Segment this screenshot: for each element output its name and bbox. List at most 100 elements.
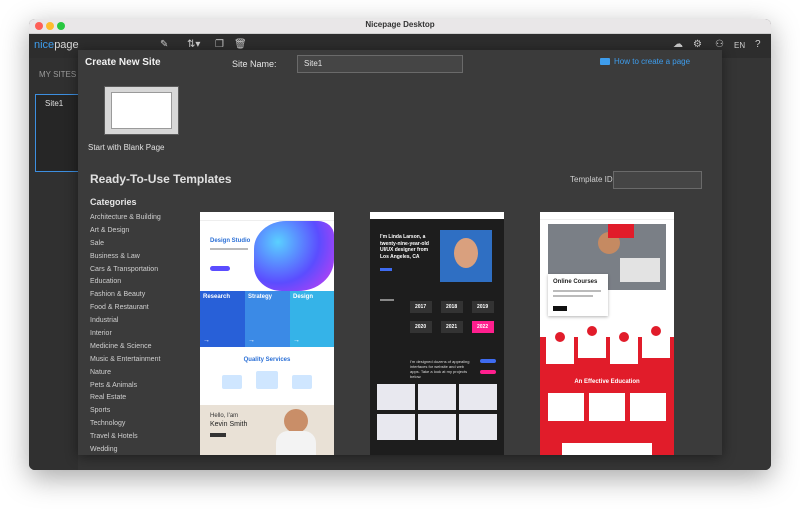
video-camera-icon (600, 58, 610, 66)
hero-text (210, 248, 248, 250)
course-title: Online Courses (553, 279, 598, 285)
profile-photo (284, 409, 308, 433)
cloud-upload-icon[interactable]: ☁ (673, 39, 683, 50)
site-name-label: Site Name: (232, 59, 277, 69)
category-item[interactable]: Art & Design (90, 225, 161, 238)
feature-card (546, 328, 574, 364)
how-to-link[interactable]: How to create a page (600, 57, 690, 66)
design-title: Design (293, 294, 314, 300)
site-card[interactable]: Site1 (35, 94, 79, 172)
project-tile (459, 384, 497, 410)
template-id-input[interactable] (613, 171, 702, 189)
template-card-portfolio[interactable]: I'm Linda Larson, a twenty-nine-year-old… (370, 212, 504, 455)
my-sites-heading: MY SITES (39, 70, 77, 79)
education-title: An Effective Education (574, 379, 640, 385)
feature-card (610, 328, 638, 364)
face-shape (454, 238, 478, 268)
hero-title: I'm Linda Larson, a twenty-nine-year-old… (380, 234, 429, 260)
arrow-right-icon: → (248, 337, 255, 344)
templates-heading: Ready-To-Use Templates (90, 172, 232, 186)
categories-heading: Categories (90, 197, 137, 207)
category-item[interactable]: Industrial (90, 315, 161, 328)
profile-button (210, 433, 226, 437)
category-item[interactable]: Education (90, 276, 161, 289)
course-card: Online Courses (548, 274, 608, 316)
site-name-input[interactable]: Site1 (297, 55, 463, 73)
category-item[interactable]: Sale (90, 238, 161, 251)
sites-sidebar: MY SITES Site1 (29, 58, 79, 470)
hire-button (480, 370, 496, 374)
experience-label (380, 299, 394, 301)
strategy-column: Strategy → (245, 291, 290, 347)
help-icon[interactable]: ? (755, 39, 761, 50)
category-item[interactable]: Architecture & Building (90, 212, 161, 225)
category-item[interactable]: Travel & Hotels (90, 431, 161, 444)
category-item[interactable]: Food & Restaurant (90, 302, 161, 315)
site-card-name: Site1 (45, 99, 64, 108)
settings-icon[interactable]: ⚙ (693, 39, 702, 50)
category-item[interactable]: Nature (90, 367, 161, 380)
info-card (548, 393, 584, 421)
year-tile: 2020 (410, 321, 432, 333)
edit-icon[interactable]: ✎ (160, 39, 168, 50)
app-window: Nicepage Desktop nicepage ✎ ⇅▾ ❐ 🗑 ☁ ⚙ ⚇… (29, 19, 771, 470)
contact-button (480, 359, 496, 363)
template-card-design-studio[interactable]: Design Studio Research → Strategy → Desi… (200, 212, 334, 455)
red-accent-block (608, 224, 634, 238)
category-item[interactable]: Business & Law (90, 251, 161, 264)
feature-icon (651, 326, 661, 336)
template-header (200, 212, 334, 221)
feature-card (642, 322, 670, 358)
info-card (589, 393, 625, 421)
category-item[interactable]: Fashion & Beauty (90, 289, 161, 302)
category-item[interactable]: Music & Entertainment (90, 354, 161, 367)
blank-page-label: Start with Blank Page (88, 143, 165, 152)
profile-name: Kevin Smith (210, 421, 248, 428)
template-card-online-courses[interactable]: Online Courses An Effective Education (540, 212, 674, 455)
footer-panel (562, 443, 652, 455)
hero-button (210, 266, 230, 271)
category-item[interactable]: Wedding (90, 444, 161, 455)
category-item[interactable]: Medicine & Science (90, 341, 161, 354)
profile-shirt (276, 431, 316, 455)
title-bar: Nicepage Desktop (29, 19, 771, 34)
services-illustration (222, 369, 312, 391)
dialog-title: Create New Site (85, 57, 161, 68)
category-item[interactable]: Pets & Animals (90, 380, 161, 393)
services-title: Quality Services (243, 357, 291, 363)
category-item[interactable]: Cars & Transportation (90, 264, 161, 277)
hero-blob-image (254, 221, 334, 291)
arrow-right-icon: → (203, 337, 210, 344)
import-icon[interactable]: ⇅▾ (187, 39, 200, 50)
blank-page-thumbnail (111, 92, 172, 129)
strategy-title: Strategy (248, 294, 273, 300)
user-icon[interactable]: ⚇ (715, 39, 724, 50)
blank-page-card[interactable] (104, 86, 179, 135)
copy-icon[interactable]: ❐ (215, 39, 224, 50)
project-tile (418, 414, 456, 440)
year-tile: 2017 (410, 301, 432, 313)
category-item[interactable]: Sports (90, 405, 161, 418)
year-tile-highlighted: 2022 (472, 321, 494, 333)
project-tile (459, 414, 497, 440)
course-button (553, 306, 567, 311)
category-item[interactable]: Technology (90, 418, 161, 431)
education-section: An Effective Education (540, 322, 674, 455)
project-tile (377, 384, 415, 410)
info-card (630, 393, 666, 421)
template-header (370, 212, 504, 219)
hero-title: Design Studio (210, 238, 251, 244)
feature-icon (555, 332, 565, 342)
arrow-right-icon: → (293, 337, 300, 344)
year-tile: 2021 (441, 321, 463, 333)
language-selector[interactable]: EN (734, 41, 745, 50)
year-tile: 2018 (441, 301, 463, 313)
template-id-label: Template ID (570, 175, 613, 184)
category-item[interactable]: Interior (90, 328, 161, 341)
trash-icon[interactable]: 🗑 (234, 39, 247, 50)
template-header (540, 212, 674, 220)
feature-card (578, 322, 606, 358)
category-item[interactable]: Real Estate (90, 392, 161, 405)
profile-section: Hello, I'am Kevin Smith (200, 405, 334, 455)
course-text-line (553, 290, 601, 292)
